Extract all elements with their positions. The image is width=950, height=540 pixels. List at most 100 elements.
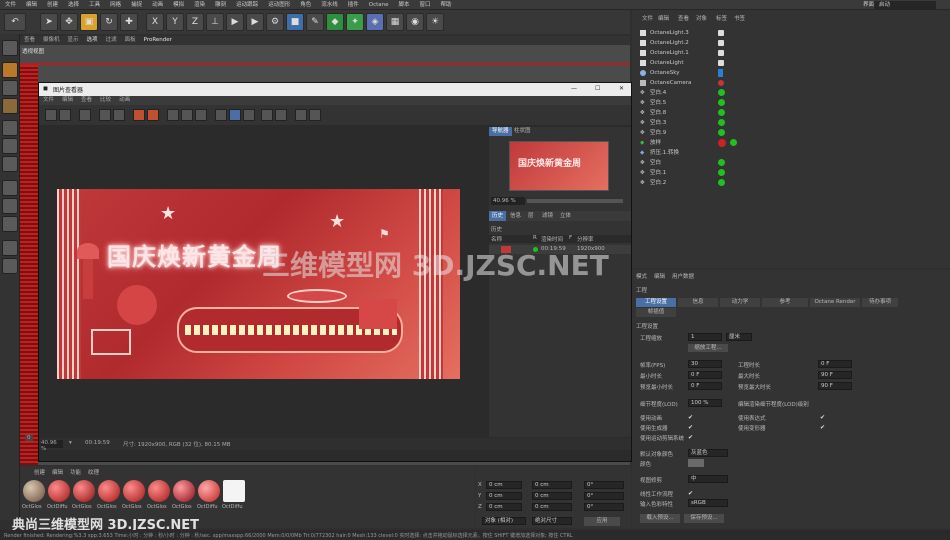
input-profile-select[interactable]: sRGB [688,499,728,507]
workplane-icon[interactable] [2,98,18,114]
object-row[interactable]: ✥ 空白 [638,158,938,168]
menu-octane[interactable]: Octane [364,0,394,10]
vp-menu-prorender[interactable]: ProRender [140,36,176,45]
material-swatch[interactable] [48,480,70,502]
undo-icon[interactable]: ↶ [4,13,26,31]
floor-icon[interactable]: ▦ [386,13,404,31]
dual-view-icon[interactable] [243,109,255,121]
save-icon[interactable] [59,109,71,121]
save-preset-button[interactable]: 保存预设... [684,514,724,523]
size-y-field[interactable]: 0 cm [532,492,572,500]
make-editable-icon[interactable] [2,40,18,56]
object-row[interactable]: OctaneCamera [638,78,938,88]
om-menu-bookmarks[interactable]: 书签 [734,14,745,22]
menu-snap[interactable]: 捕捉 [126,0,147,10]
move-icon[interactable]: ✥ [60,13,78,31]
camera-icon[interactable]: ◉ [406,13,424,31]
tab-stereo[interactable]: 立体 [557,211,574,221]
object-row[interactable]: OctaneLight.3 [638,28,938,38]
rotate-icon[interactable]: ↻ [100,13,118,31]
coord-z-field[interactable]: 0 cm [486,503,522,511]
render-view-icon[interactable]: ▶ [226,13,244,31]
vp-menu-filter[interactable]: 过滤 [102,36,121,45]
scale-project-button[interactable]: 缩放工程... [688,344,728,352]
menu-sculpt[interactable]: 雕刻 [210,0,231,10]
fullscreen-icon[interactable] [295,109,307,121]
material-swatch[interactable] [123,480,145,502]
object-row[interactable]: OctaneLight [638,58,938,68]
z-axis-lock-button[interactable]: Z [186,13,204,31]
settings-icon[interactable] [309,109,321,121]
size-z-field[interactable]: 0 cm [532,503,572,511]
size-mode-select[interactable]: 绝对尺寸 [532,517,572,525]
om-menu-edit[interactable]: 编辑 [658,14,669,22]
project-time-field[interactable]: 0 F [818,360,852,368]
lod-field[interactable]: 100 % [688,399,722,407]
tab-octane-render[interactable]: Octane Render [810,298,860,307]
stop-render-icon[interactable] [133,109,145,121]
object-row[interactable]: ✥ 空白.2 [638,178,938,188]
object-row[interactable]: OctaneSky [638,68,938,78]
material-swatch[interactable] [198,480,220,502]
om-menu-view[interactable]: 查看 [678,14,689,22]
tab-reference[interactable]: 参考 [762,298,808,307]
material-swatch[interactable] [23,480,45,502]
menu-tools[interactable]: 工具 [84,0,105,10]
maximize-icon[interactable]: ☐ [595,85,600,92]
rgb-icon[interactable] [261,109,273,121]
coord-y-field[interactable]: 0 cm [486,492,522,500]
material-swatch[interactable] [148,480,170,502]
tab-todo[interactable]: 待办事项 [862,298,898,307]
material-swatch[interactable] [98,480,120,502]
use-deformers-checkbox[interactable]: ✔ [820,424,827,431]
menu-mograph[interactable]: 运动图形 [263,0,295,10]
om-menu-objects[interactable]: 对象 [696,14,707,22]
object-row[interactable]: OctaneLight.2 [638,38,938,48]
grid-icon[interactable] [2,258,18,274]
attr-menu-userdata[interactable]: 用户数据 [672,272,694,280]
vp-menu-options[interactable]: 选项 [83,36,102,45]
mat-menu-create[interactable]: 创建 [34,468,45,476]
render-settings-icon[interactable]: ⚙ [266,13,284,31]
menu-help[interactable]: 帮助 [436,0,457,10]
ab-compare-icon[interactable] [167,109,179,121]
snap-icon[interactable] [2,216,18,232]
object-row[interactable]: ✥ 空白.9 [638,128,938,138]
tab-filter[interactable]: 滤镜 [539,211,556,221]
x-axis-lock-button[interactable]: X [146,13,164,31]
y-axis-lock-button[interactable]: Y [166,13,184,31]
pv-menu-animation[interactable]: 动画 [115,96,134,105]
pv-menu-file[interactable]: 文件 [39,96,58,105]
menu-simulate[interactable]: 模拟 [168,0,189,10]
object-row[interactable]: OctaneLight.1 [638,48,938,58]
minimize-icon[interactable]: — [571,85,577,92]
clipping-select[interactable]: 中 [688,475,728,483]
object-row[interactable]: ✥ 空白.8 [638,108,938,118]
tab-info[interactable]: 信息 [507,211,524,221]
vp-menu-view[interactable]: 查看 [20,36,39,45]
pv-menu-edit[interactable]: 编辑 [58,96,77,105]
object-row[interactable]: ✥ 空白.3 [638,118,938,128]
points-mode-icon[interactable] [2,120,18,136]
use-generators-checkbox[interactable]: ✔ [688,424,695,431]
scale-icon[interactable]: ▣ [80,13,98,31]
region-icon[interactable] [99,109,111,121]
close-icon[interactable]: ✕ [619,85,624,92]
navigator-zoom-field[interactable]: 40.96 % [491,197,525,205]
coordinate-system-icon[interactable]: ⊥ [206,13,224,31]
copy-icon[interactable] [79,109,91,121]
mat-menu-texture[interactable]: 纹理 [88,468,99,476]
tab-dynamics[interactable]: 动力学 [720,298,760,307]
polygons-mode-icon[interactable] [2,156,18,172]
zoom-icon[interactable] [113,109,125,121]
lock-workplane-icon[interactable] [2,240,18,256]
navigator-thumbnail[interactable]: 国庆焕新黄金周 [509,141,609,191]
menu-pipeline[interactable]: 流水线 [316,0,343,10]
menu-plugins[interactable]: 插件 [343,0,364,10]
edges-mode-icon[interactable] [2,138,18,154]
render-icon[interactable] [147,109,159,121]
material-swatch[interactable] [223,480,245,502]
menu-select[interactable]: 选择 [63,0,84,10]
single-view-icon[interactable] [229,109,241,121]
menu-create[interactable]: 创建 [42,0,63,10]
